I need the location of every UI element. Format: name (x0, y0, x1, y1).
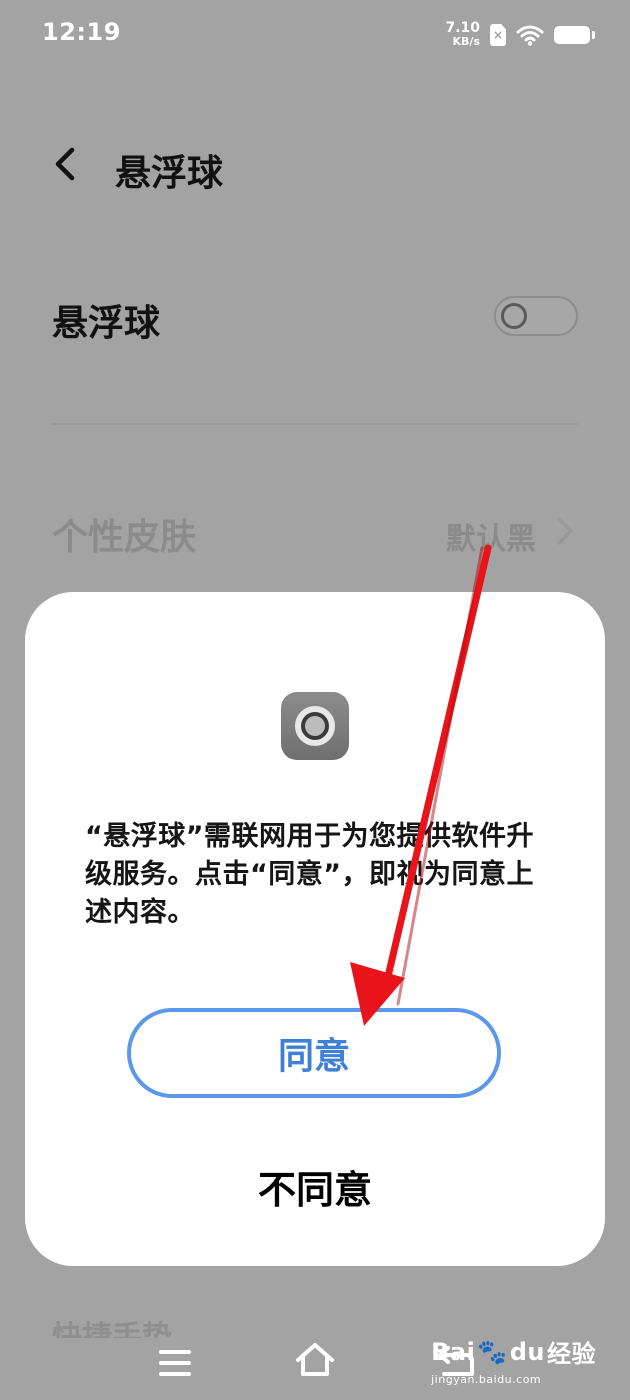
status-icons: 7.10 KB/s × (445, 18, 595, 52)
wifi-icon (516, 24, 544, 46)
float-ball-toggle[interactable] (494, 296, 578, 336)
dialog-message: “悬浮球”需联网用于为您提供软件升级服务。点击“同意”，即视为同意上述内容。 (85, 821, 534, 928)
permission-dialog: “悬浮球”需联网用于为您提供软件升级服务。点击“同意”，即视为同意上述内容。 同… (25, 592, 605, 1266)
back-arrow-icon[interactable] (48, 146, 84, 182)
float-ball-app-icon (281, 692, 349, 760)
page-title: 悬浮球 (115, 153, 224, 194)
skin-value: 默认黑 (446, 522, 536, 557)
network-speed-unit: KB/s (452, 35, 480, 48)
skin-row[interactable]: 个性皮肤 默认黑 (52, 500, 578, 570)
status-time: 12:19 (42, 18, 121, 46)
chevron-right-icon (554, 516, 576, 546)
float-ball-row[interactable]: 悬浮球 (52, 282, 578, 352)
float-ball-label: 悬浮球 (52, 303, 161, 344)
watermark-url: jingyan.baidu.com (431, 1373, 542, 1386)
divider (52, 423, 578, 425)
watermark-logo: Bai 🐾 du 经验 (431, 1334, 596, 1369)
app-icon-dot (305, 716, 325, 736)
network-speed-value: 7.10 (445, 20, 480, 36)
watermark-text-bai: Bai (431, 1337, 476, 1366)
toggle-knob (501, 303, 527, 329)
baidu-watermark: Bai 🐾 du 经验 jingyan.baidu.com (431, 1334, 596, 1387)
agree-button[interactable]: 同意 (127, 1008, 501, 1098)
watermark-text-du: du (509, 1337, 545, 1366)
no-sim-icon: × (490, 24, 506, 46)
watermark-text-jingyan: 经验 (547, 1340, 596, 1368)
paw-icon: 🐾 (477, 1337, 508, 1366)
home-icon[interactable] (294, 1340, 336, 1384)
menu-icon[interactable] (158, 1348, 192, 1382)
disagree-button[interactable]: 不同意 (155, 1156, 475, 1216)
skin-label: 个性皮肤 (52, 517, 197, 558)
battery-icon (554, 26, 595, 44)
network-speed: 7.10 KB/s (445, 20, 480, 48)
status-bar: 12:19 7.10 KB/s × (0, 0, 630, 70)
header: 悬浮球 (0, 120, 630, 210)
